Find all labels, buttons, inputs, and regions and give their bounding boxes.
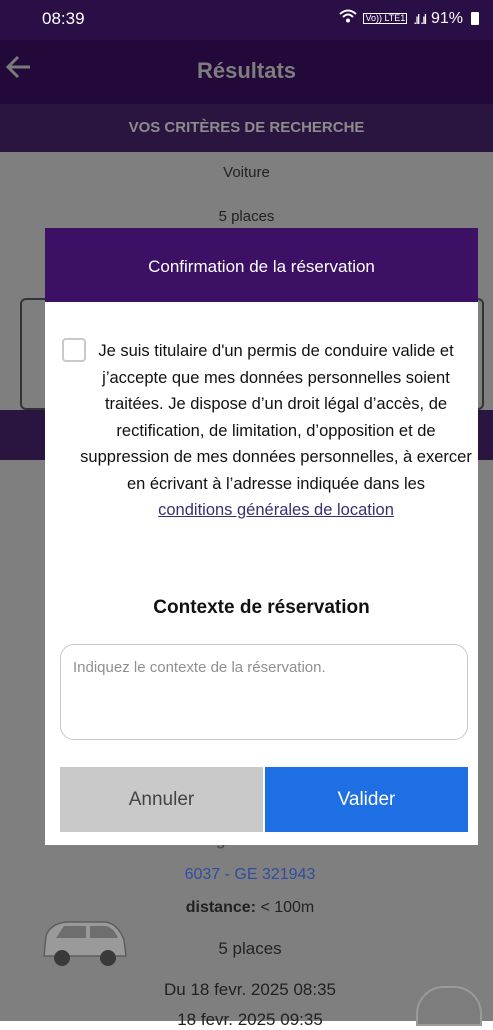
context-input[interactable] [60,644,468,740]
dialog-title: Confirmation de la réservation [45,228,478,302]
criteria-seats: 5 places [218,208,275,225]
signal-icon: .ıl .ıl [413,10,427,27]
result-distance: distance: < 100m [120,899,380,917]
cancel-button[interactable]: Annuler [60,767,263,832]
network-type-icon: Vo)) LTE1 [363,13,408,24]
reservation-confirmation-dialog: Confirmation de la réservation Je suis t… [45,228,478,845]
context-title: Contexte de réservation [153,597,370,618]
result-plate[interactable]: 6037 - GE 321943 [120,866,380,884]
result-seats: 5 places [218,939,282,958]
car-image [36,912,132,970]
result-to: 18 fevr. 2025 09:35 [177,1010,323,1029]
status-time: 08:39 [42,9,85,28]
confirm-button[interactable]: Valider [265,767,468,832]
page-title: Résultats [196,58,297,83]
result-distance-value: < 100m [260,899,315,916]
status-bar: 08:39 Vo)) LTE1 .ıl .ıl 91% [0,0,493,40]
result-from: Du 18 fevr. 2025 08:35 [163,980,337,999]
consent-text-block: Je suis titulaire d'un permis de conduir… [77,338,475,524]
wifi-icon [339,9,358,28]
result-distance-label: distance: [185,899,256,916]
app-header: Résultats [0,40,493,104]
criteria-heading: VOS CRITÈRES DE RECHERCHE [0,104,493,152]
consent-text: Je suis titulaire d'un permis de conduir… [80,342,472,493]
battery-level: 91% [430,9,463,27]
criteria-vehicle-type: Voiture [223,164,270,181]
terms-link[interactable]: conditions générales de location [158,501,394,519]
status-icons: Vo)) LTE1 .ıl .ıl 91% [339,9,479,28]
battery-icon [471,12,479,25]
van-button-icon[interactable] [416,986,482,1026]
